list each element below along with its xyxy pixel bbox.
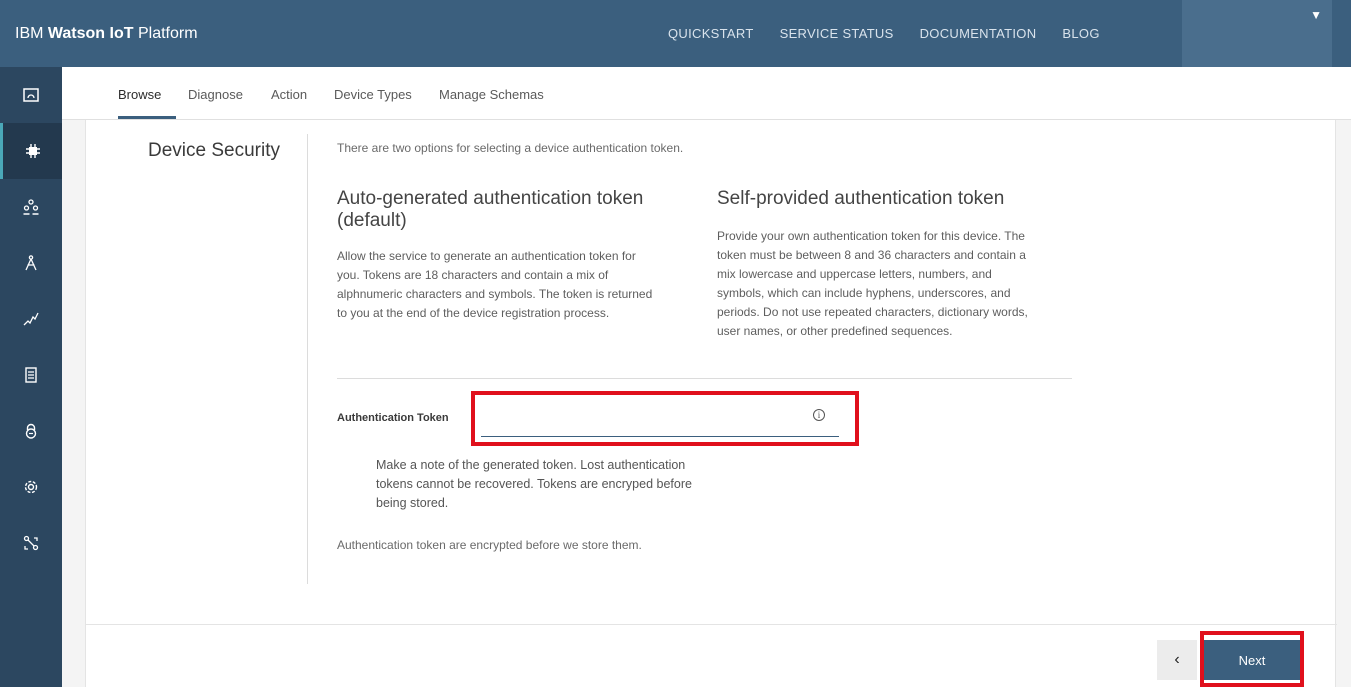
chevron-left-icon: ‹ (1174, 651, 1180, 668)
members-icon (23, 199, 39, 215)
rail-analytics[interactable] (0, 291, 62, 347)
device-security-card: Device Security There are two options fo… (85, 120, 1337, 687)
rail-extensions[interactable] (0, 515, 62, 571)
brand-prefix: IBM (15, 25, 48, 42)
top-header: IBM Watson IoT Platform QUICKSTART SERVI… (0, 0, 1351, 67)
token-label: Authentication Token (337, 412, 449, 424)
settings-icon (24, 480, 38, 494)
security-icon (25, 423, 37, 439)
divider (337, 378, 1072, 379)
rail-dashboard[interactable] (0, 67, 62, 123)
self-token-description: Provide your own authentication token fo… (717, 227, 1028, 341)
devices-icon (25, 144, 40, 158)
self-token-line: mix lowercase and uppercase letters, num… (717, 267, 992, 281)
auto-token-line: you. Tokens are 18 characters and contai… (337, 268, 609, 282)
rail-members[interactable] (0, 179, 62, 235)
self-token-line: user names, or other predefined sequence… (717, 324, 953, 338)
auto-token-heading: Auto-generated authentication token (def… (337, 188, 643, 232)
tab-browse[interactable]: Browse (118, 87, 161, 102)
rail-security[interactable] (0, 403, 62, 459)
top-nav: QUICKSTART SERVICE STATUS DOCUMENTATION … (668, 0, 1126, 67)
side-rail (0, 67, 62, 687)
rail-documents[interactable] (0, 347, 62, 403)
active-tab-indicator (118, 116, 176, 119)
self-token-line: token must be between 8 and 36 character… (717, 248, 1026, 262)
footer-divider (86, 624, 1337, 625)
tab-manage-schemas[interactable]: Manage Schemas (439, 87, 544, 102)
section-divider (307, 134, 308, 584)
tab-diagnose[interactable]: Diagnose (188, 87, 243, 102)
documents-icon (25, 367, 37, 383)
apps-icon (25, 255, 37, 271)
nav-quickstart[interactable]: QUICKSTART (668, 26, 754, 41)
info-icon[interactable]: i (813, 409, 825, 421)
next-button[interactable]: Next (1204, 640, 1300, 680)
self-token-line: Provide your own authentication token fo… (717, 229, 1025, 243)
rail-devices[interactable] (0, 123, 62, 179)
tab-device-types[interactable]: Device Types (334, 87, 412, 102)
nav-documentation[interactable]: DOCUMENTATION (920, 26, 1037, 41)
rail-apps[interactable] (0, 235, 62, 291)
auto-token-description: Allow the service to generate an authent… (337, 247, 652, 323)
tab-action[interactable]: Action (271, 87, 307, 102)
self-token-line: periods. Do not use repeated characters,… (717, 305, 1028, 319)
sub-nav-tabs: Browse Diagnose Action Device Types Mana… (62, 67, 1351, 120)
user-menu[interactable]: ▼ (1182, 0, 1332, 67)
rail-settings[interactable] (0, 459, 62, 515)
brand-suffix: Platform (133, 25, 198, 42)
auto-token-line: Allow the service to generate an authent… (337, 249, 636, 263)
intro-text: There are two options for selecting a de… (337, 141, 684, 155)
self-token-heading: Self-provided authentication token (717, 188, 1005, 209)
auto-token-heading-line1: Auto-generated authentication token (337, 188, 644, 209)
brand-logo[interactable]: IBM Watson IoT Platform (15, 0, 198, 67)
token-note: Make a note of the generated token. Lost… (376, 458, 692, 510)
dashboard-icon (23, 88, 39, 102)
brand-strong: Watson IoT (47, 25, 134, 42)
self-token-line: symbols, which can include hyphens, unde… (717, 286, 1011, 300)
authentication-token-input[interactable] (481, 400, 839, 437)
auto-token-line: alphnumeric characters and symbols. The … (337, 287, 653, 301)
extensions-icon (23, 535, 39, 551)
caret-down-icon[interactable]: ▼ (1310, 8, 1322, 22)
analytics-icon (23, 312, 39, 326)
encryption-note: Authentication token are encrypted befor… (337, 538, 642, 552)
auto-token-heading-line2: (default) (337, 210, 407, 231)
section-title: Device Security (148, 140, 280, 161)
nav-service-status[interactable]: SERVICE STATUS (780, 26, 894, 41)
nav-blog[interactable]: BLOG (1062, 26, 1099, 41)
auto-token-line: to you at the end of the device registra… (337, 306, 610, 320)
back-button[interactable]: ‹ (1157, 640, 1197, 680)
